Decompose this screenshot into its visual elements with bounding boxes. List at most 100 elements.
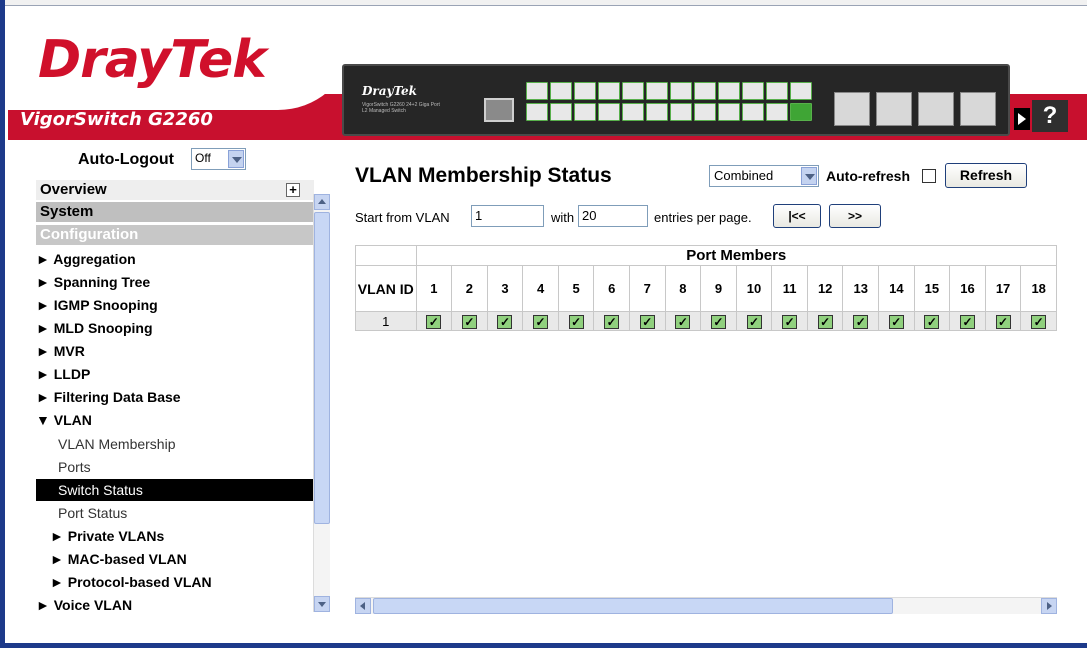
horizontal-scrollbar[interactable] (355, 597, 1057, 614)
sidebar-item-mac-based-vlan[interactable]: ► MAC-based VLAN (36, 548, 316, 570)
scroll-thumb[interactable] (314, 212, 330, 524)
main-content: VLAN Membership Status Combined Auto-ref… (340, 140, 1087, 620)
port-header: 6 (593, 265, 630, 312)
membership-table-container: Port Members VLAN ID 1 2 3 4 5 6 7 8 9 1… (355, 245, 1057, 475)
chevron-down-icon (228, 150, 244, 168)
switch-front-panel-image: DrayTek VigorSwitch G2260 24+2 Giga Port… (342, 64, 1010, 136)
sidebar: Auto-Logout Off Overview + System Config… (8, 140, 330, 620)
plus-icon[interactable]: + (286, 183, 300, 197)
vlan-id-header: VLAN ID (355, 265, 417, 312)
scroll-left-icon[interactable] (355, 598, 371, 614)
sidebar-item-lldp[interactable]: ► LLDP (36, 363, 316, 385)
mode-value: Combined (714, 168, 774, 183)
member-checkbox[interactable]: ✓ (782, 314, 798, 329)
sidebar-item-switch-status[interactable]: Switch Status (36, 479, 316, 501)
next-page-button[interactable]: >> (829, 204, 881, 228)
member-checkbox[interactable]: ✓ (710, 314, 726, 329)
autologout-select[interactable]: Off (191, 148, 246, 170)
window-frame-top (5, 0, 1087, 6)
sidebar-item-mld-snooping[interactable]: ► MLD Snooping (36, 317, 316, 339)
port-header: 3 (486, 265, 524, 312)
play-arrow-icon[interactable] (1014, 108, 1030, 130)
device-brand: DrayTek (362, 84, 417, 98)
port-header: 18 (1020, 265, 1057, 312)
sidebar-item-protocol-based-vlan[interactable]: ► Protocol-based VLAN (36, 571, 316, 593)
member-checkbox[interactable]: ✓ (995, 314, 1011, 329)
draytek-logo: DrayTek (38, 30, 267, 90)
entries-per-page-label: entries per page. (654, 210, 752, 225)
sfp-ports (834, 92, 1004, 126)
start-vlan-label: Start from VLAN (355, 210, 450, 225)
port-header: 17 (984, 265, 1022, 312)
member-checkbox[interactable]: ✓ (426, 314, 442, 329)
menu-overview[interactable]: Overview + (36, 180, 314, 200)
member-checkbox[interactable]: ✓ (639, 314, 655, 329)
member-checkbox[interactable]: ✓ (924, 314, 940, 329)
sidebar-item-ports[interactable]: Ports (36, 456, 316, 478)
refresh-button[interactable]: Refresh (945, 163, 1027, 188)
port-header: 15 (913, 265, 951, 312)
scroll-right-icon[interactable] (1041, 598, 1057, 614)
port-header: 14 (878, 265, 915, 312)
page-title: VLAN Membership Status (355, 164, 612, 187)
port-header: 9 (700, 265, 737, 312)
header-banner: DrayTek VigorSwitch G2260 DrayTek VigorS… (8, 10, 1087, 140)
sidebar-scrollbar[interactable] (313, 194, 330, 612)
sidebar-item-igmp-snooping[interactable]: ► IGMP Snooping (36, 294, 316, 316)
membership-table: Port Members VLAN ID 1 2 3 4 5 6 7 8 9 1… (355, 245, 1057, 331)
member-checkbox[interactable]: ✓ (533, 314, 549, 329)
port-header: 1 (415, 265, 453, 312)
port-header: 4 (522, 265, 559, 312)
sidebar-item-vlan-membership[interactable]: VLAN Membership (36, 433, 316, 455)
first-page-button[interactable]: |<< (773, 204, 821, 228)
sidebar-item-filtering-data-base[interactable]: ► Filtering Data Base (36, 386, 316, 408)
member-checkbox[interactable]: ✓ (675, 314, 691, 329)
device-subtitle: VigorSwitch G2260 24+2 Giga Port L2 Mana… (362, 102, 440, 114)
rj45-ports (526, 82, 816, 124)
member-checkbox[interactable]: ✓ (746, 314, 762, 329)
member-checkbox[interactable]: ✓ (604, 314, 620, 329)
member-checkbox[interactable]: ✓ (853, 314, 869, 329)
autologout-label: Auto-Logout (78, 151, 174, 168)
mode-select[interactable]: Combined (709, 165, 819, 187)
sidebar-item-mvr[interactable]: ► MVR (36, 340, 316, 362)
port-header: 8 (664, 265, 702, 312)
auto-refresh-label: Auto-refresh (826, 168, 911, 184)
port-header: 10 (735, 265, 773, 312)
port-header: 12 (806, 265, 844, 312)
port-header: 2 (451, 265, 488, 312)
port-members-header: Port Members (415, 245, 1057, 266)
sidebar-item-spanning-tree[interactable]: ► Spanning Tree (36, 271, 316, 293)
sidebar-item-aggregation[interactable]: ► Aggregation (36, 248, 316, 270)
member-checkbox[interactable]: ✓ (1031, 314, 1047, 329)
scroll-down-icon[interactable] (314, 596, 330, 612)
port-header: 7 (629, 265, 666, 312)
start-vlan-input[interactable]: 1 (471, 205, 544, 227)
window-frame-left (0, 0, 5, 648)
sidebar-item-vlan[interactable]: ▼ VLAN (36, 409, 316, 431)
port-header: 5 (557, 265, 595, 312)
member-checkbox[interactable]: ✓ (888, 314, 904, 329)
port-header: 11 (771, 265, 808, 312)
sidebar-item-port-status[interactable]: Port Status (36, 502, 316, 524)
member-checkbox[interactable]: ✓ (461, 314, 477, 329)
port-header: 13 (842, 265, 880, 312)
entries-per-page-input[interactable]: 20 (578, 205, 648, 227)
menu-system[interactable]: System (36, 202, 314, 222)
scroll-up-icon[interactable] (314, 194, 330, 210)
member-checkbox[interactable]: ✓ (497, 314, 513, 329)
menu-configuration[interactable]: Configuration (36, 225, 314, 245)
auto-refresh-checkbox[interactable] (922, 169, 936, 183)
window-frame-bottom (5, 643, 1087, 648)
help-button[interactable]: ? (1032, 100, 1068, 132)
menu-overview-label: Overview (40, 181, 107, 198)
member-checkbox[interactable]: ✓ (568, 314, 584, 329)
sidebar-item-private-vlans[interactable]: ► Private VLANs (36, 525, 316, 547)
table-corner (355, 245, 417, 266)
autologout-value: Off (195, 151, 211, 165)
scroll-thumb[interactable] (373, 598, 893, 614)
chevron-down-icon (801, 167, 817, 185)
sidebar-item-voice-vlan[interactable]: ► Voice VLAN (36, 594, 316, 616)
member-checkbox[interactable]: ✓ (817, 314, 833, 329)
member-checkbox[interactable]: ✓ (959, 314, 975, 329)
